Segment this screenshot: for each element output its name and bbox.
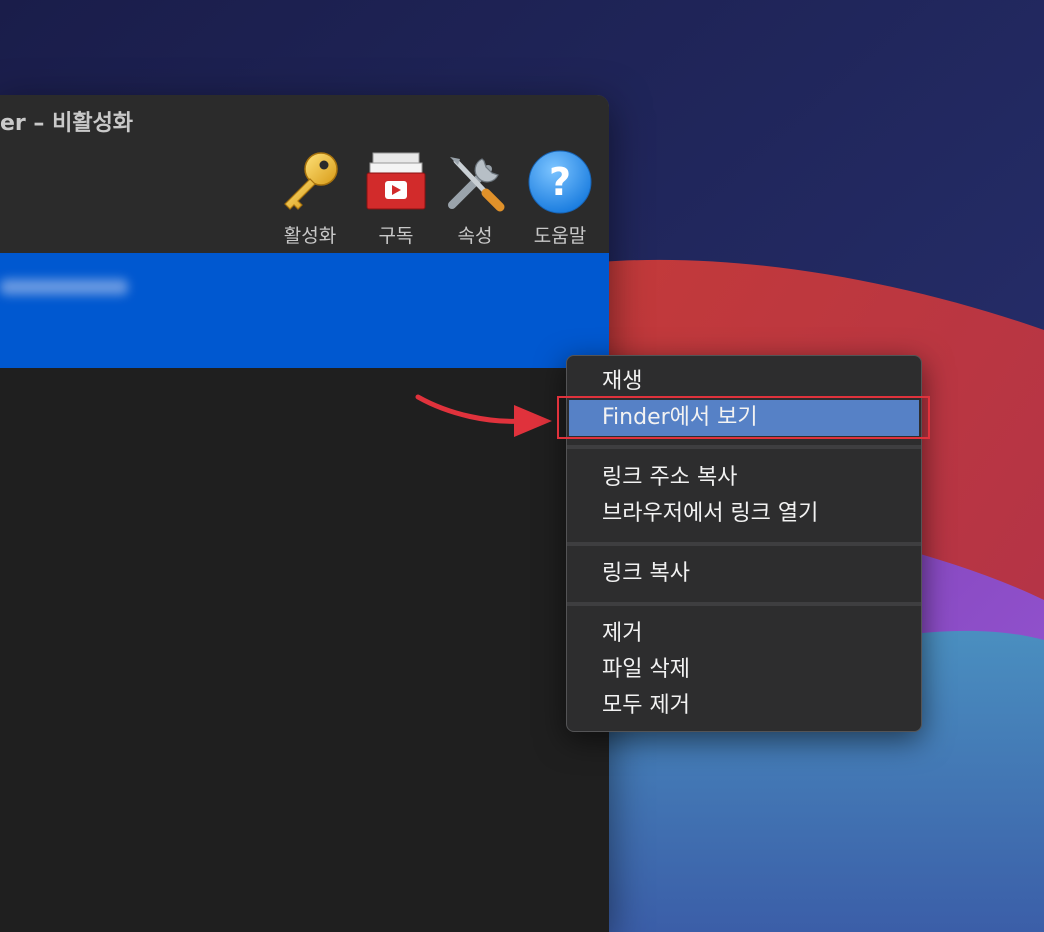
help-icon: ? bbox=[526, 148, 594, 215]
toolbar-button-activate[interactable]: 활성화 bbox=[274, 148, 346, 248]
tools-icon bbox=[441, 148, 509, 215]
window-title: er – 비활성화 bbox=[0, 111, 134, 136]
list-area[interactable] bbox=[0, 368, 609, 932]
menu-item-remove[interactable]: 제거 bbox=[567, 616, 921, 652]
svg-text:?: ? bbox=[549, 160, 571, 204]
toolbar-button-label: 구독 bbox=[378, 225, 414, 247]
selected-list-row[interactable] bbox=[0, 253, 609, 368]
menu-separator bbox=[567, 445, 921, 449]
toolbar-button-help[interactable]: ? 도움말 bbox=[524, 148, 596, 248]
toolbar-button-label: 활성화 bbox=[283, 225, 337, 247]
blurred-item-title bbox=[0, 279, 128, 295]
menu-item-copy-link-address[interactable]: 링크 주소 복사 bbox=[567, 460, 921, 496]
menu-separator bbox=[567, 602, 921, 606]
annotation-arrow-icon bbox=[410, 385, 560, 449]
toolbar-button-label: 도움말 bbox=[533, 225, 587, 247]
key-icon bbox=[276, 148, 344, 215]
menu-item-delete-file[interactable]: 파일 삭제 bbox=[567, 652, 921, 688]
menu-item-open-link-in-browser[interactable]: 브라우저에서 링크 열기 bbox=[567, 496, 921, 532]
app-window: er – 비활성화 활성화 구독 속성 ? 도움말 bbox=[0, 95, 609, 932]
annotation-highlight-box bbox=[557, 396, 930, 439]
menu-item-copy-link[interactable]: 링크 복사 bbox=[567, 556, 921, 592]
title-bar: er – 비활성화 활성화 구독 속성 ? 도움말 bbox=[0, 95, 609, 253]
subscribe-icon bbox=[362, 148, 430, 215]
menu-item-play[interactable]: 재생 bbox=[567, 364, 921, 400]
toolbar-button-properties[interactable]: 속성 bbox=[439, 148, 511, 248]
toolbar-button-subscribe[interactable]: 구독 bbox=[360, 148, 432, 248]
menu-separator bbox=[567, 542, 921, 546]
menu-item-remove-all[interactable]: 모두 제거 bbox=[567, 688, 921, 724]
toolbar-button-label: 속성 bbox=[457, 225, 493, 247]
